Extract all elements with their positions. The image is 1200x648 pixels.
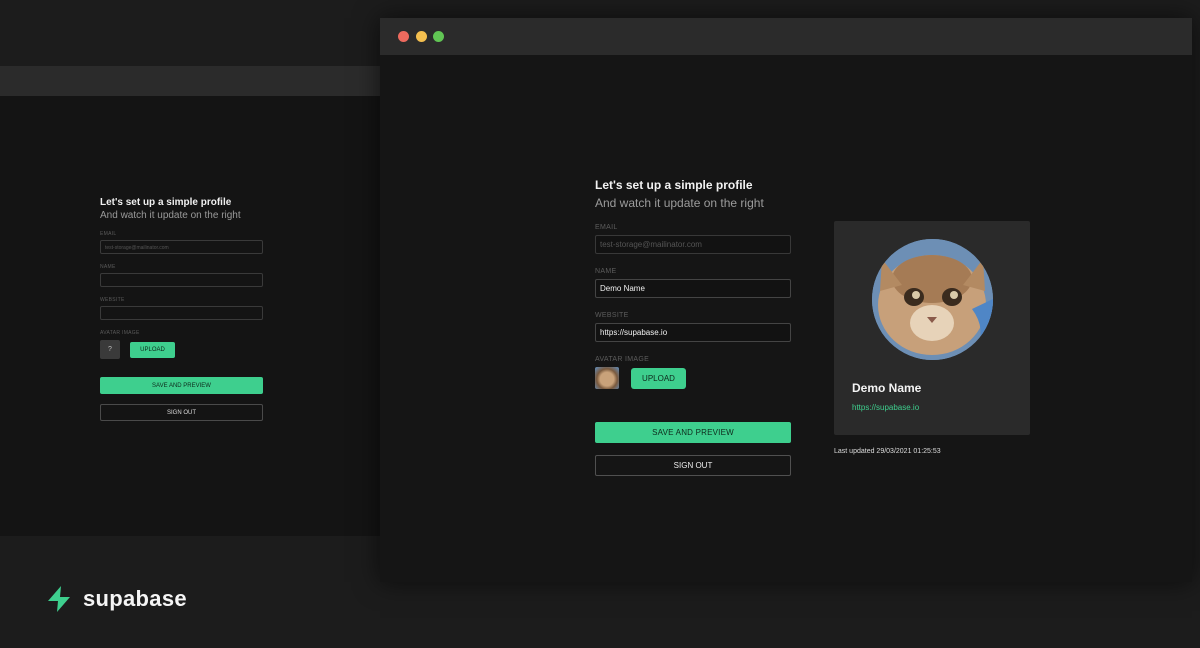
avatar-image — [872, 239, 993, 360]
avatar-placeholder: ? — [100, 340, 120, 359]
name-field[interactable] — [100, 273, 263, 287]
supabase-logo: supabase — [44, 584, 187, 614]
sign-out-button[interactable]: SIGN OUT — [100, 404, 263, 421]
save-and-preview-button[interactable]: SAVE AND PREVIEW — [595, 422, 791, 443]
cat-avatar-icon — [872, 239, 993, 360]
form-subheading: And watch it update on the right — [595, 196, 764, 210]
form-heading: Let's set up a simple profile — [595, 178, 753, 192]
email-field[interactable]: test-storage@mailinator.com — [100, 240, 263, 254]
website-field[interactable] — [100, 306, 263, 320]
zoom-dot-icon[interactable] — [433, 31, 444, 42]
upload-button[interactable]: UPLOAD — [631, 367, 686, 389]
minimize-dot-icon[interactable] — [416, 31, 427, 42]
supabase-bolt-icon — [48, 586, 70, 612]
name-label: NAME — [595, 268, 617, 275]
brand-name: supabase — [83, 586, 187, 611]
website-label: WEBSITE — [595, 312, 629, 319]
last-updated-text: Last updated 29/03/2021 01:25:53 — [834, 448, 941, 455]
background-browser-window: Let's set up a simple profile And watch … — [0, 66, 380, 536]
website-field[interactable]: https://supabase.io — [595, 323, 791, 342]
form-subheading: And watch it update on the right — [100, 210, 241, 221]
window-titlebar — [380, 18, 1192, 55]
close-dot-icon[interactable] — [398, 31, 409, 42]
background-profile-form: Let's set up a simple profile And watch … — [100, 197, 263, 421]
profile-preview-card: Demo Name https://supabase.io — [834, 221, 1030, 435]
avatar-thumbnail — [595, 367, 619, 389]
upload-button[interactable]: UPLOAD — [130, 341, 175, 358]
email-label: EMAIL — [100, 231, 117, 237]
avatar-label: AVATAR IMAGE — [100, 330, 140, 336]
preview-website-link[interactable]: https://supabase.io — [852, 403, 919, 412]
background-window-titlebar — [0, 66, 380, 96]
name-label: NAME — [100, 264, 116, 270]
profile-form: Let's set up a simple profile And watch … — [595, 178, 791, 476]
save-and-preview-button[interactable]: SAVE AND PREVIEW — [100, 377, 263, 394]
avatar-label: AVATAR IMAGE — [595, 356, 650, 363]
email-field[interactable]: test-storage@mailinator.com — [595, 235, 791, 254]
website-label: WEBSITE — [100, 297, 125, 303]
foreground-browser-window: Let's set up a simple profile And watch … — [380, 18, 1192, 582]
sign-out-button[interactable]: SIGN OUT — [595, 455, 791, 476]
name-field[interactable]: Demo Name — [595, 279, 791, 298]
preview-name: Demo Name — [852, 381, 922, 395]
form-heading: Let's set up a simple profile — [100, 197, 232, 208]
email-label: EMAIL — [595, 224, 618, 231]
